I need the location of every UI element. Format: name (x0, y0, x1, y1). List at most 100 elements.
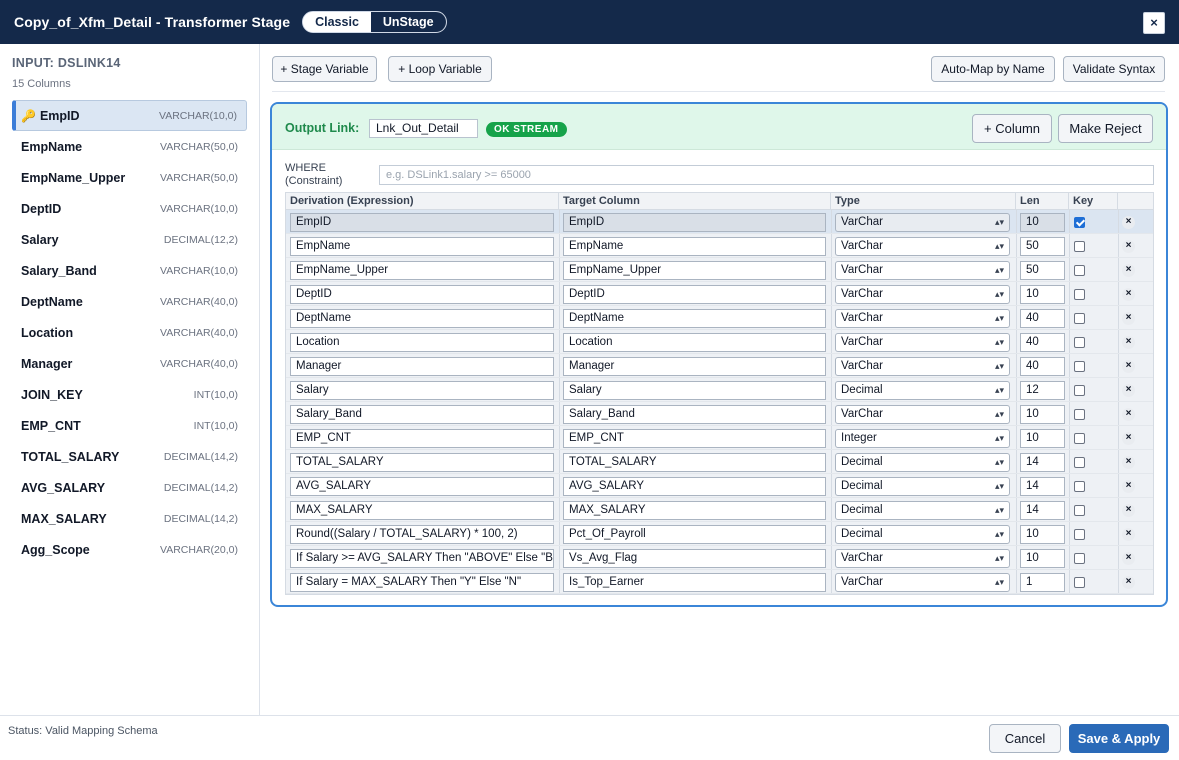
delete-row-button[interactable]: × (1122, 336, 1135, 349)
key-checkbox[interactable] (1074, 289, 1085, 300)
length-input[interactable]: 40 (1020, 333, 1065, 352)
key-checkbox[interactable] (1074, 409, 1085, 420)
length-input[interactable]: 50 (1020, 237, 1065, 256)
where-constraint-input[interactable]: e.g. DSLink1.salary >= 65000 (379, 165, 1154, 185)
type-select[interactable]: Integer ▴▾ (835, 429, 1010, 448)
key-checkbox[interactable] (1074, 361, 1085, 372)
type-select[interactable]: VarChar ▴▾ (835, 285, 1010, 304)
delete-row-button[interactable]: × (1122, 480, 1135, 493)
derivation-input[interactable]: If Salary = MAX_SALARY Then "Y" Else "N" (290, 573, 554, 592)
length-input[interactable]: 40 (1020, 309, 1065, 328)
type-select[interactable]: Decimal ▴▾ (835, 381, 1010, 400)
input-column-item[interactable]: EmpName_Upper VARCHAR(50,0) (12, 162, 247, 193)
type-select[interactable]: VarChar ▴▾ (835, 357, 1010, 376)
target-column-input[interactable]: MAX_SALARY (563, 501, 826, 520)
target-column-input[interactable]: Is_Top_Earner (563, 573, 826, 592)
delete-row-button[interactable]: × (1122, 576, 1135, 589)
delete-row-button[interactable]: × (1122, 408, 1135, 421)
target-column-input[interactable]: Salary (563, 381, 826, 400)
add-loop-variable-button[interactable]: + Loop Variable (388, 56, 492, 82)
type-select[interactable]: VarChar ▴▾ (835, 213, 1010, 232)
input-column-item[interactable]: Salary_Band VARCHAR(10,0) (12, 255, 247, 286)
target-column-input[interactable]: DeptName (563, 309, 826, 328)
derivation-input[interactable]: AVG_SALARY (290, 477, 554, 496)
derivation-input[interactable]: EmpName (290, 237, 554, 256)
type-select[interactable]: VarChar ▴▾ (835, 309, 1010, 328)
target-column-input[interactable]: EmpName_Upper (563, 261, 826, 280)
derivation-input[interactable]: If Salary >= AVG_SALARY Then "ABOVE" Els… (290, 549, 554, 568)
length-input[interactable]: 12 (1020, 381, 1065, 400)
input-column-item[interactable]: JOIN_KEY INT(10,0) (12, 379, 247, 410)
type-select[interactable]: Decimal ▴▾ (835, 453, 1010, 472)
key-checkbox[interactable] (1074, 529, 1085, 540)
target-column-input[interactable]: Pct_Of_Payroll (563, 525, 826, 544)
type-select[interactable]: VarChar ▴▾ (835, 405, 1010, 424)
derivation-input[interactable]: Salary (290, 381, 554, 400)
target-column-input[interactable]: Salary_Band (563, 405, 826, 424)
derivation-input[interactable]: MAX_SALARY (290, 501, 554, 520)
key-checkbox[interactable] (1074, 265, 1085, 276)
length-input[interactable]: 10 (1020, 525, 1065, 544)
derivation-input[interactable]: Manager (290, 357, 554, 376)
delete-row-button[interactable]: × (1122, 360, 1135, 373)
cancel-button[interactable]: Cancel (989, 724, 1061, 753)
length-input[interactable]: 50 (1020, 261, 1065, 280)
key-checkbox[interactable] (1074, 505, 1085, 516)
input-column-item[interactable]: EmpName VARCHAR(50,0) (12, 131, 247, 162)
target-column-input[interactable]: Manager (563, 357, 826, 376)
derivation-input[interactable]: Salary_Band (290, 405, 554, 424)
target-column-input[interactable]: DeptID (563, 285, 826, 304)
delete-row-button[interactable]: × (1122, 264, 1135, 277)
auto-map-button[interactable]: Auto-Map by Name (931, 56, 1055, 82)
derivation-input[interactable]: EMP_CNT (290, 429, 554, 448)
target-column-input[interactable]: EmpID (563, 213, 826, 232)
delete-row-button[interactable]: × (1122, 456, 1135, 469)
input-column-item[interactable]: TOTAL_SALARY DECIMAL(14,2) (12, 441, 247, 472)
derivation-input[interactable]: Round((Salary / TOTAL_SALARY) * 100, 2) (290, 525, 554, 544)
length-input[interactable]: 14 (1020, 501, 1065, 520)
target-column-input[interactable]: EMP_CNT (563, 429, 826, 448)
type-select[interactable]: VarChar ▴▾ (835, 261, 1010, 280)
input-column-item[interactable]: Agg_Scope VARCHAR(20,0) (12, 534, 247, 565)
derivation-input[interactable]: TOTAL_SALARY (290, 453, 554, 472)
derivation-input[interactable]: EmpName_Upper (290, 261, 554, 280)
length-input[interactable]: 10 (1020, 213, 1065, 232)
input-column-item[interactable]: DeptID VARCHAR(10,0) (12, 193, 247, 224)
length-input[interactable]: 10 (1020, 429, 1065, 448)
key-checkbox[interactable] (1074, 217, 1085, 228)
input-column-item[interactable]: EMP_CNT INT(10,0) (12, 410, 247, 441)
delete-row-button[interactable]: × (1122, 552, 1135, 565)
add-stage-variable-button[interactable]: + Stage Variable (272, 56, 377, 82)
length-input[interactable]: 10 (1020, 549, 1065, 568)
key-checkbox[interactable] (1074, 481, 1085, 492)
input-column-item[interactable]: DeptName VARCHAR(40,0) (12, 286, 247, 317)
mode-classic-button[interactable]: Classic (303, 12, 371, 32)
mode-unstage-button[interactable]: UnStage (370, 12, 446, 32)
save-apply-button[interactable]: Save & Apply (1069, 724, 1169, 753)
input-column-item[interactable]: Salary DECIMAL(12,2) (12, 224, 247, 255)
target-column-input[interactable]: AVG_SALARY (563, 477, 826, 496)
key-checkbox[interactable] (1074, 337, 1085, 348)
close-button[interactable]: × (1143, 12, 1165, 34)
type-select[interactable]: VarChar ▴▾ (835, 573, 1010, 592)
delete-row-button[interactable]: × (1122, 432, 1135, 445)
validate-syntax-button[interactable]: Validate Syntax (1063, 56, 1165, 82)
delete-row-button[interactable]: × (1122, 528, 1135, 541)
key-checkbox[interactable] (1074, 313, 1085, 324)
make-reject-button[interactable]: Make Reject (1058, 114, 1153, 143)
delete-row-button[interactable]: × (1122, 216, 1135, 229)
target-column-input[interactable]: Location (563, 333, 826, 352)
length-input[interactable]: 10 (1020, 405, 1065, 424)
input-column-item[interactable]: Manager VARCHAR(40,0) (12, 348, 247, 379)
target-column-input[interactable]: Vs_Avg_Flag (563, 549, 826, 568)
delete-row-button[interactable]: × (1122, 384, 1135, 397)
output-link-name-input[interactable]: Lnk_Out_Detail (369, 119, 478, 138)
key-checkbox[interactable] (1074, 553, 1085, 564)
input-column-item[interactable]: 🔑 EmpID VARCHAR(10,0) (12, 100, 247, 131)
type-select[interactable]: VarChar ▴▾ (835, 549, 1010, 568)
key-checkbox[interactable] (1074, 385, 1085, 396)
key-checkbox[interactable] (1074, 433, 1085, 444)
derivation-input[interactable]: DeptID (290, 285, 554, 304)
derivation-input[interactable]: Location (290, 333, 554, 352)
derivation-input[interactable]: DeptName (290, 309, 554, 328)
